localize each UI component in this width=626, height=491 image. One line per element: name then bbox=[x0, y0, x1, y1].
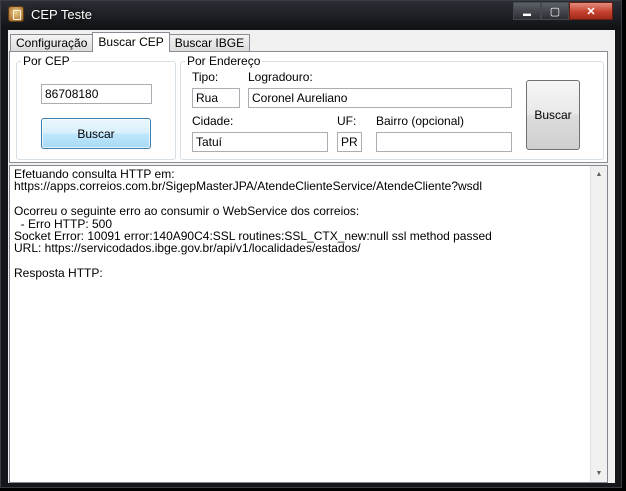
group-por-endereco: Por Endereço Tipo: Rua Logradouro: Coron… bbox=[180, 54, 604, 160]
tab-buscar-ibge[interactable]: Buscar IBGE bbox=[168, 34, 251, 51]
close-button[interactable]: ✕ bbox=[569, 2, 613, 20]
logradouro-label: Logradouro: bbox=[248, 70, 313, 84]
app-icon[interactable] bbox=[8, 6, 24, 22]
uf-input[interactable]: PR bbox=[337, 132, 362, 152]
minimize-icon: ▬ bbox=[523, 8, 531, 18]
buscar-cep-button[interactable]: Buscar bbox=[41, 118, 151, 149]
app-window: CEP Teste ▬ ▢ ✕ Configuração Buscar CEP … bbox=[0, 0, 622, 488]
uf-label: UF: bbox=[337, 114, 357, 128]
vertical-scrollbar[interactable]: ▲ ▼ bbox=[590, 166, 607, 482]
cidade-label: Cidade: bbox=[192, 114, 234, 128]
title-bar[interactable]: CEP Teste ▬ ▢ ✕ bbox=[1, 1, 621, 29]
tab-buscar-cep[interactable]: Buscar CEP bbox=[92, 32, 170, 52]
bairro-label: Bairro (opcional) bbox=[376, 114, 465, 128]
tab-panel-buscar-cep: Por CEP 86708180 Buscar Por Endereço Tip… bbox=[9, 51, 608, 163]
output-text: Efetuando consulta HTTP em: https://apps… bbox=[14, 167, 492, 281]
maximize-icon: ▢ bbox=[549, 5, 561, 18]
buscar-endereco-button[interactable]: Buscar bbox=[526, 80, 580, 150]
tipo-input[interactable]: Rua bbox=[192, 88, 240, 108]
window-title: CEP Teste bbox=[31, 7, 92, 22]
caption-buttons: ▬ ▢ ✕ bbox=[513, 2, 613, 20]
scroll-down-icon[interactable]: ▼ bbox=[591, 465, 607, 482]
tipo-label: Tipo: bbox=[192, 70, 219, 84]
logradouro-input[interactable]: Coronel Aureliano bbox=[248, 88, 512, 108]
maximize-button[interactable]: ▢ bbox=[541, 2, 569, 20]
scroll-up-icon[interactable]: ▲ bbox=[591, 166, 607, 183]
bairro-input[interactable] bbox=[376, 132, 512, 152]
cidade-input[interactable]: Tatuí bbox=[192, 132, 328, 152]
minimize-button[interactable]: ▬ bbox=[513, 2, 541, 20]
close-icon: ✕ bbox=[586, 5, 596, 18]
tab-configuracao[interactable]: Configuração bbox=[10, 34, 94, 51]
client-area: Configuração Buscar CEP Buscar IBGE Por … bbox=[8, 30, 615, 483]
group-por-cep-legend: Por CEP bbox=[23, 54, 70, 68]
group-por-endereco-legend: Por Endereço bbox=[187, 54, 261, 68]
tab-strip: Configuração Buscar CEP Buscar IBGE bbox=[10, 32, 251, 52]
output-memo[interactable]: Efetuando consulta HTTP em: https://apps… bbox=[9, 165, 608, 483]
group-por-cep: Por CEP 86708180 Buscar bbox=[16, 54, 176, 160]
cep-input[interactable]: 86708180 bbox=[41, 84, 152, 104]
